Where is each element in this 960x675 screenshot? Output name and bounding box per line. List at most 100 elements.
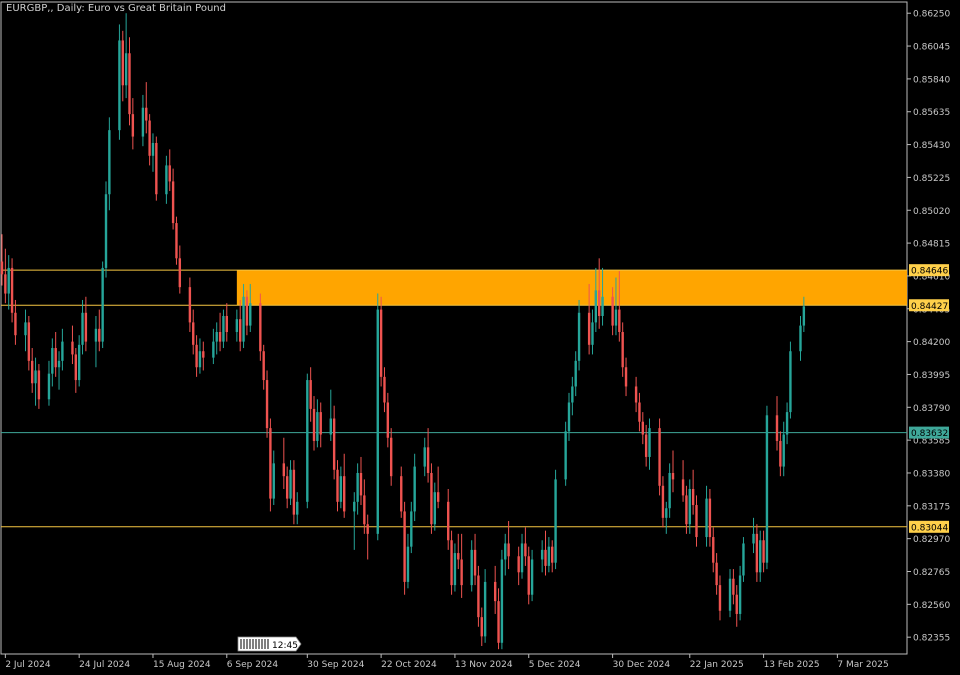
y-tick-label: 0.85840 (913, 75, 950, 85)
candle-body (473, 549, 477, 576)
candle-body (530, 559, 534, 595)
y-tick-label: 0.86250 (913, 10, 950, 20)
candle-body (81, 312, 84, 345)
candle-body (423, 447, 426, 467)
candle-body (591, 322, 594, 345)
candle-body (77, 344, 81, 381)
candle-body (151, 142, 155, 156)
candle-body (0, 261, 4, 275)
candle-body (577, 312, 581, 361)
candle-body (715, 562, 718, 586)
level-price-label: 0.84427 (911, 302, 948, 312)
candle-body (225, 315, 228, 333)
y-tick-label: 0.83380 (913, 469, 950, 479)
candle-body (306, 380, 309, 502)
candle-body (614, 309, 618, 326)
candle-body (718, 585, 722, 611)
candle-body (296, 501, 299, 515)
candle-body (366, 524, 369, 534)
candle-body (759, 540, 762, 573)
candle-body (587, 312, 591, 345)
candle-body (353, 501, 356, 512)
candle-body (564, 431, 567, 480)
y-tick-label: 0.83790 (913, 404, 950, 414)
candle-body (47, 373, 51, 400)
candle-body (71, 341, 74, 355)
candle-body (775, 415, 779, 441)
candle-body (262, 351, 265, 381)
candle-body (671, 472, 675, 480)
candle-body (403, 511, 406, 582)
y-tick-label: 0.85225 (913, 174, 950, 184)
candle-body (634, 386, 638, 403)
candle-body (540, 549, 544, 560)
candle-body (457, 553, 460, 560)
candle-body (312, 408, 316, 441)
y-tick-label: 0.85635 (913, 108, 950, 118)
candle-body (148, 120, 151, 156)
y-tick-label: 0.84815 (913, 240, 950, 250)
candle-body (406, 546, 410, 582)
candle-body (27, 322, 31, 361)
price-chart[interactable]: 0.86250 0.86045 0.85840 0.85635 0.85430 0.852… (0, 0, 960, 675)
candle-body (316, 412, 319, 441)
candle-body (453, 553, 457, 586)
candle-body (480, 617, 483, 637)
candle-body (752, 533, 755, 544)
candle-body (504, 543, 507, 560)
candle-body (30, 360, 34, 384)
candle-body (235, 319, 239, 333)
x-tick-label: 13 Nov 2024 (455, 660, 513, 670)
candle-body (447, 501, 450, 541)
candle-body (410, 511, 413, 547)
level-price-label: 0.83044 (911, 523, 948, 533)
candle-body (104, 194, 108, 268)
candle-body (14, 312, 17, 336)
y-tick-label: 0.83175 (913, 502, 950, 512)
candle-body (118, 40, 121, 131)
y-tick-label: 0.82355 (913, 634, 950, 644)
candle-body (433, 492, 436, 525)
candle-body (638, 402, 641, 422)
candle-body (389, 437, 393, 477)
candle-body (661, 485, 665, 518)
candle-body (785, 412, 789, 435)
candle-body (644, 434, 648, 457)
candle-body (121, 40, 124, 86)
candle-body (624, 367, 628, 387)
candle-body (289, 469, 292, 499)
candle-body (57, 360, 61, 368)
candle-body (681, 479, 685, 496)
candle-body (285, 476, 289, 499)
x-tick-label: 5 Dec 2024 (529, 660, 581, 670)
resistance-zone[interactable] (236, 270, 908, 306)
candle-body (37, 370, 41, 400)
x-tick-label: 22 Jan 2025 (690, 660, 744, 670)
candle-body (265, 380, 269, 429)
x-tick-label: 7 Mar 2025 (837, 660, 888, 670)
candle-body (789, 351, 792, 413)
candle-body (329, 418, 332, 435)
candle-body (712, 537, 715, 563)
candle-body (222, 315, 225, 342)
candle-body (483, 581, 487, 637)
candle-body (101, 267, 104, 342)
candle-body (688, 488, 691, 525)
candle-body (802, 306, 806, 326)
candle-body (292, 469, 296, 515)
candle-body (155, 142, 158, 195)
candle-body (728, 578, 732, 611)
candle-body (239, 319, 242, 342)
candle-body (658, 428, 661, 486)
candle-body (567, 402, 571, 432)
timer-label: 12:45 (272, 641, 298, 651)
candle-body (765, 415, 769, 563)
candle-body (500, 559, 504, 643)
candle-body (755, 533, 759, 573)
x-tick-label: 30 Sep 2024 (307, 660, 364, 670)
candle-body (215, 332, 218, 342)
candle-body (4, 274, 7, 294)
candle-body (319, 412, 322, 435)
candle-body (128, 53, 131, 115)
candle-body (84, 312, 88, 342)
